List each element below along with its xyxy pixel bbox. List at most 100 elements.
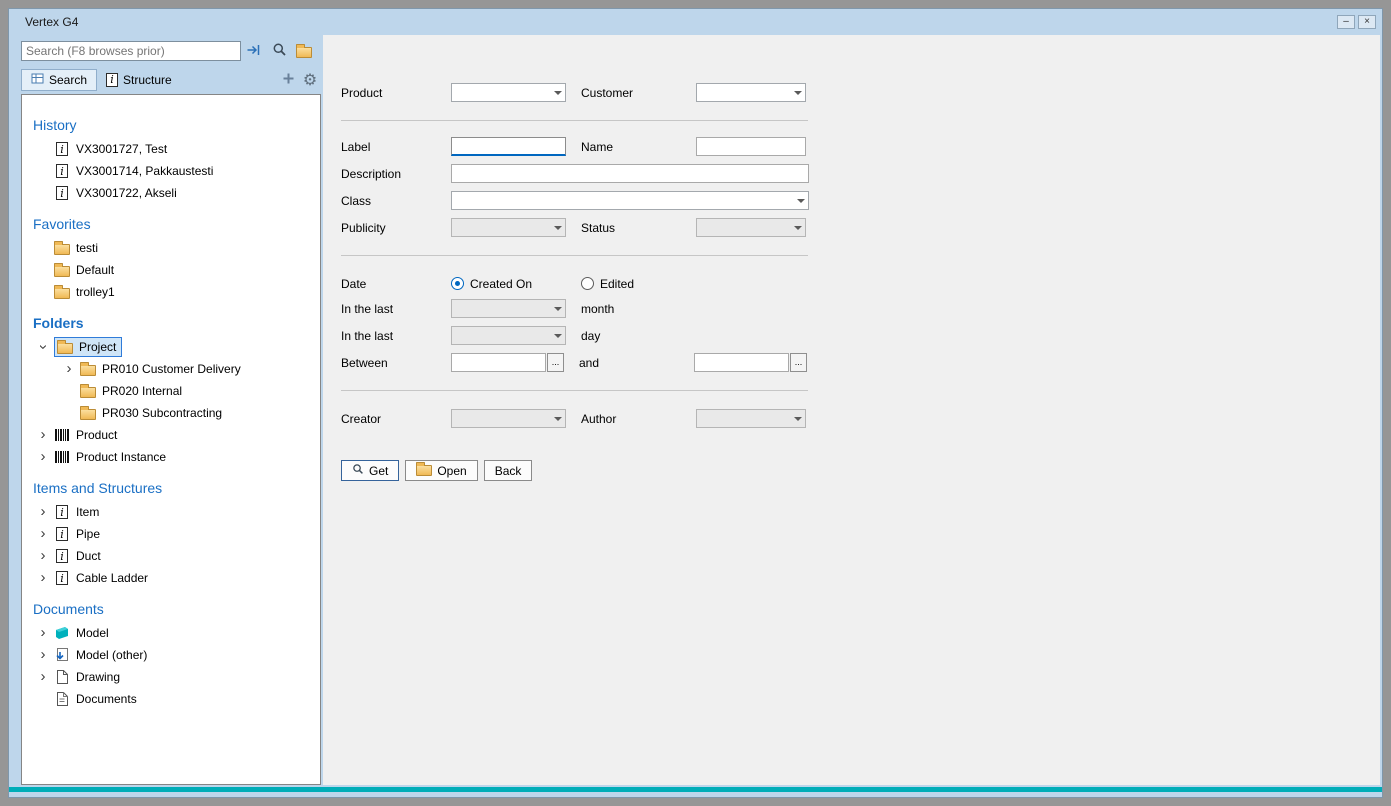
section-title-items-and-structures: Items and Structures: [33, 480, 320, 496]
sidebar-item-pipe[interactable]: ›iPipe: [22, 523, 320, 545]
section-title-folders: Folders: [33, 315, 320, 331]
sidebar-item-testi[interactable]: testi: [22, 237, 320, 259]
close-button[interactable]: ×: [1358, 15, 1376, 29]
open-folder-button[interactable]: [292, 40, 316, 62]
class-label: Class: [341, 194, 451, 208]
author-label: Author: [581, 412, 696, 426]
app-window: Vertex G4 – ×: [8, 8, 1383, 798]
between-from-input[interactable]: [451, 353, 546, 372]
edited-label: Edited: [600, 277, 634, 291]
day-label: day: [581, 329, 696, 343]
in-the-last-month-label: In the last: [341, 302, 451, 316]
between-label: Between: [341, 356, 451, 370]
structure-tab-icon: i: [106, 73, 118, 87]
tab-structure[interactable]: i Structure: [97, 69, 181, 91]
tree-item-label: VX3001722, Akseli: [76, 186, 177, 200]
sidebar-item-pr020-internal[interactable]: PR020 Internal: [22, 380, 320, 402]
sidebar-item-cable-ladder[interactable]: ›iCable Ladder: [22, 567, 320, 589]
titlebar: Vertex G4 – ×: [9, 9, 1382, 35]
label-label: Label: [341, 140, 451, 154]
minimize-button[interactable]: –: [1337, 15, 1355, 29]
sidebar-item-duct[interactable]: ›iDuct: [22, 545, 320, 567]
sidebar-item-item[interactable]: ›i Item: [22, 501, 320, 523]
sidebar-item-vx3001714-pakkaustesti[interactable]: iVX3001714, Pakkaustesti: [22, 160, 320, 182]
section-title-documents: Documents: [33, 601, 320, 617]
window-buttons: – ×: [1334, 15, 1376, 29]
chevron-right-icon[interactable]: ›: [58, 359, 80, 379]
author-select[interactable]: [696, 409, 806, 428]
tree-item-label: Item: [76, 505, 99, 519]
sidebar-item-documents[interactable]: Documents: [22, 688, 320, 710]
sidebar-item-pr010-customer-delivery[interactable]: ›PR010 Customer Delivery: [22, 358, 320, 380]
last-days-select[interactable]: [451, 326, 566, 345]
info-icon: i: [56, 549, 68, 563]
sidebar-item-vx3001722-akseli[interactable]: i VX3001722, Akseli: [22, 182, 320, 204]
sidebar-item-model-other[interactable]: ›Model (other): [22, 644, 320, 666]
sidebar-item-default[interactable]: Default: [22, 259, 320, 281]
chevron-right-icon[interactable]: ›: [32, 546, 54, 566]
chevron-right-icon[interactable]: ›: [32, 568, 54, 588]
between-from-picker-button[interactable]: ...: [547, 353, 564, 372]
sidebar-item-pr030-subcontracting[interactable]: PR030 Subcontracting: [22, 402, 320, 424]
product-label: Product: [341, 86, 451, 100]
search-form-panel: Product Customer Label Name Description: [323, 35, 1380, 785]
tab-search[interactable]: Search: [21, 69, 97, 91]
radio-selected-icon: [451, 277, 464, 290]
description-label: Description: [341, 167, 451, 181]
sidebar-item-product-instance[interactable]: ›Product Instance: [22, 446, 320, 468]
settings-button[interactable]: ⚙: [299, 69, 321, 91]
search-button[interactable]: [267, 40, 291, 62]
open-button[interactable]: Open: [405, 460, 477, 481]
tree-item-label: Drawing: [76, 670, 120, 684]
get-button-label: Get: [369, 464, 388, 478]
back-button[interactable]: Back: [484, 460, 533, 481]
and-label: and: [579, 356, 694, 370]
publicity-select[interactable]: [451, 218, 566, 237]
sidebar-item-product[interactable]: › Product: [22, 424, 320, 446]
name-input[interactable]: [696, 137, 806, 156]
customer-select[interactable]: [696, 83, 806, 102]
info-icon: i: [56, 186, 68, 200]
date-label: Date: [341, 277, 451, 291]
chevron-down-icon[interactable]: ›: [33, 336, 53, 358]
open-folder-icon: [57, 343, 73, 354]
chevron-right-icon[interactable]: ›: [32, 623, 54, 643]
tree-item-label: Product: [76, 428, 117, 442]
sidebar-item-model[interactable]: ›Model: [22, 622, 320, 644]
window-content: Search i Structure ⚙: [9, 35, 1382, 787]
edited-radio[interactable]: Edited: [581, 277, 634, 291]
go-button[interactable]: [242, 40, 266, 62]
sidebar-item-project[interactable]: ›Project: [22, 336, 320, 358]
sidebar-item-vx3001727-test[interactable]: iVX3001727, Test: [22, 138, 320, 160]
last-months-select[interactable]: [451, 299, 566, 318]
chevron-right-icon[interactable]: ›: [32, 502, 54, 522]
description-input[interactable]: [451, 164, 809, 183]
created-on-radio[interactable]: Created On: [451, 277, 581, 291]
sidebar-item-drawing[interactable]: › Drawing: [22, 666, 320, 688]
add-tab-button[interactable]: [277, 69, 299, 91]
tab-search-label: Search: [49, 73, 87, 87]
sidebar-item-trolley1[interactable]: trolley1: [22, 281, 320, 303]
action-buttons: Get Open Back: [341, 460, 1380, 481]
chevron-right-icon[interactable]: ›: [32, 425, 54, 445]
product-select[interactable]: [451, 83, 566, 102]
class-select[interactable]: [451, 191, 809, 210]
status-select[interactable]: [696, 218, 806, 237]
label-input[interactable]: [451, 137, 566, 156]
info-icon: i: [56, 571, 68, 585]
creator-label: Creator: [341, 412, 451, 426]
tree-item-label: Documents: [76, 692, 137, 706]
creator-select[interactable]: [451, 409, 566, 428]
chevron-right-icon[interactable]: ›: [32, 667, 54, 687]
info-icon: i: [56, 505, 68, 519]
between-to-picker-button[interactable]: ...: [790, 353, 807, 372]
open-button-label: Open: [437, 464, 466, 478]
chevron-right-icon[interactable]: ›: [32, 645, 54, 665]
get-button[interactable]: Get: [341, 460, 399, 481]
search-input[interactable]: [21, 41, 241, 61]
selected-item-box: Project: [54, 337, 122, 357]
between-to-input[interactable]: [694, 353, 789, 372]
chevron-down-icon: [550, 327, 565, 344]
chevron-right-icon[interactable]: ›: [32, 447, 54, 467]
chevron-right-icon[interactable]: ›: [32, 524, 54, 544]
